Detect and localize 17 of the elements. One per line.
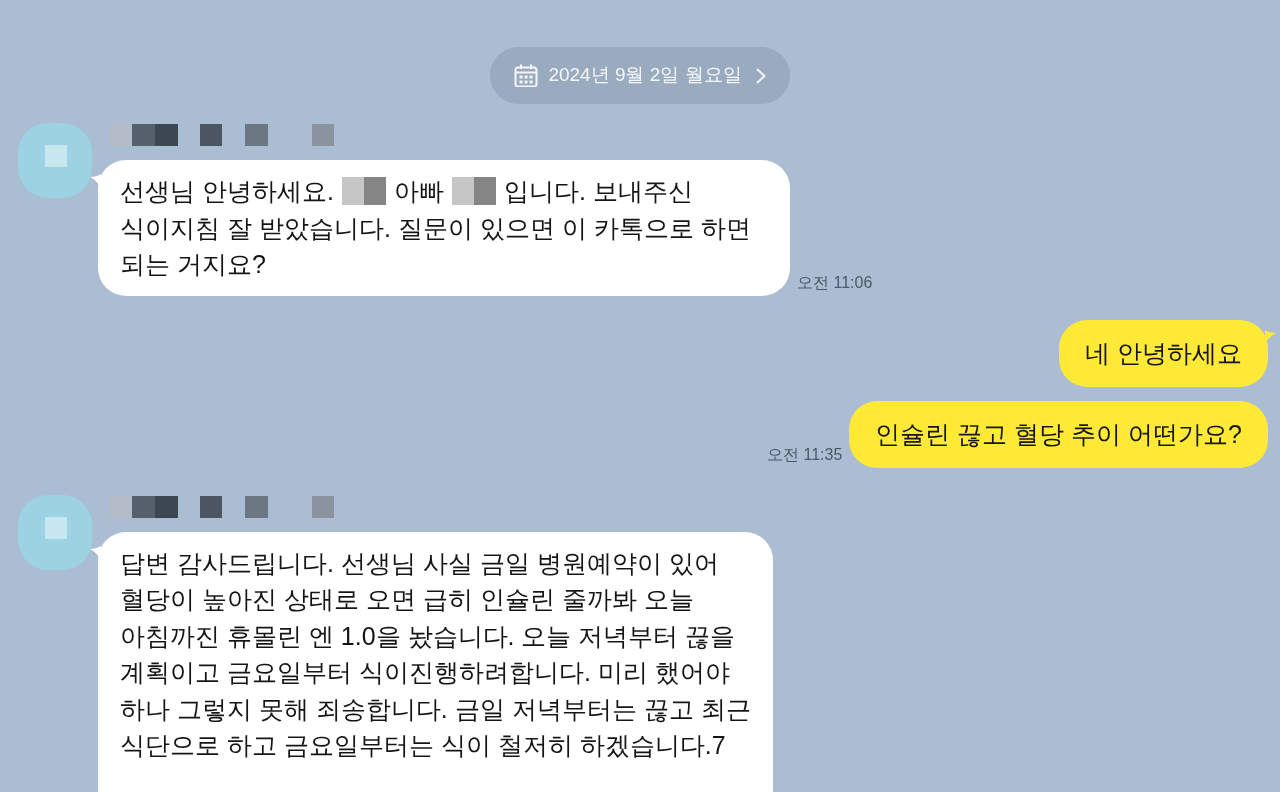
message-text: 선생님 안녕하세요. — [120, 176, 334, 207]
message-text: 식이지침 잘 받았습니다. 질문이 있으면 이 카톡으로 하면 되는 거지요? — [120, 212, 751, 280]
mosaic-icon — [110, 493, 334, 520]
message-text: 인슐린 끊고 혈당 추이 어떤가요? — [875, 418, 1242, 450]
message-text: 답변 감사드립니다. 선생님 사실 금일 병원예약이 있어 혈당이 높아진 상태로 오면 급히 인슐린 줄까봐 오늘 아침까진 휴몰린 엔 1.0을 놨습니다. 오늘 저녁부터 끊을 계획이고 금요일부터 식이진행하려합니다. 미리 했어야 하나 그렇지 못해 죄송합니다. 금일 저녁부터는 끊고 최근 식단으로 하고 금요일부터는 식이 철저히 하겠습니다.7 — [120, 547, 751, 761]
avatar-icon[interactable] — [18, 494, 92, 570]
message-text: 입니다. 보내주신 — [503, 176, 693, 207]
chevron-right-icon — [755, 67, 766, 84]
timestamp: 오전 11:06 — [797, 272, 873, 293]
mosaic-icon — [451, 177, 496, 206]
calendar-icon — [514, 64, 539, 87]
message-text: 아빠 — [393, 176, 444, 207]
mosaic-icon — [110, 122, 334, 148]
avatar-icon[interactable] — [18, 123, 92, 198]
timestamp: 오전 11:35 — [767, 444, 843, 465]
message-text: 네 안녕하세요 — [1085, 337, 1242, 369]
mosaic-icon — [341, 177, 386, 206]
